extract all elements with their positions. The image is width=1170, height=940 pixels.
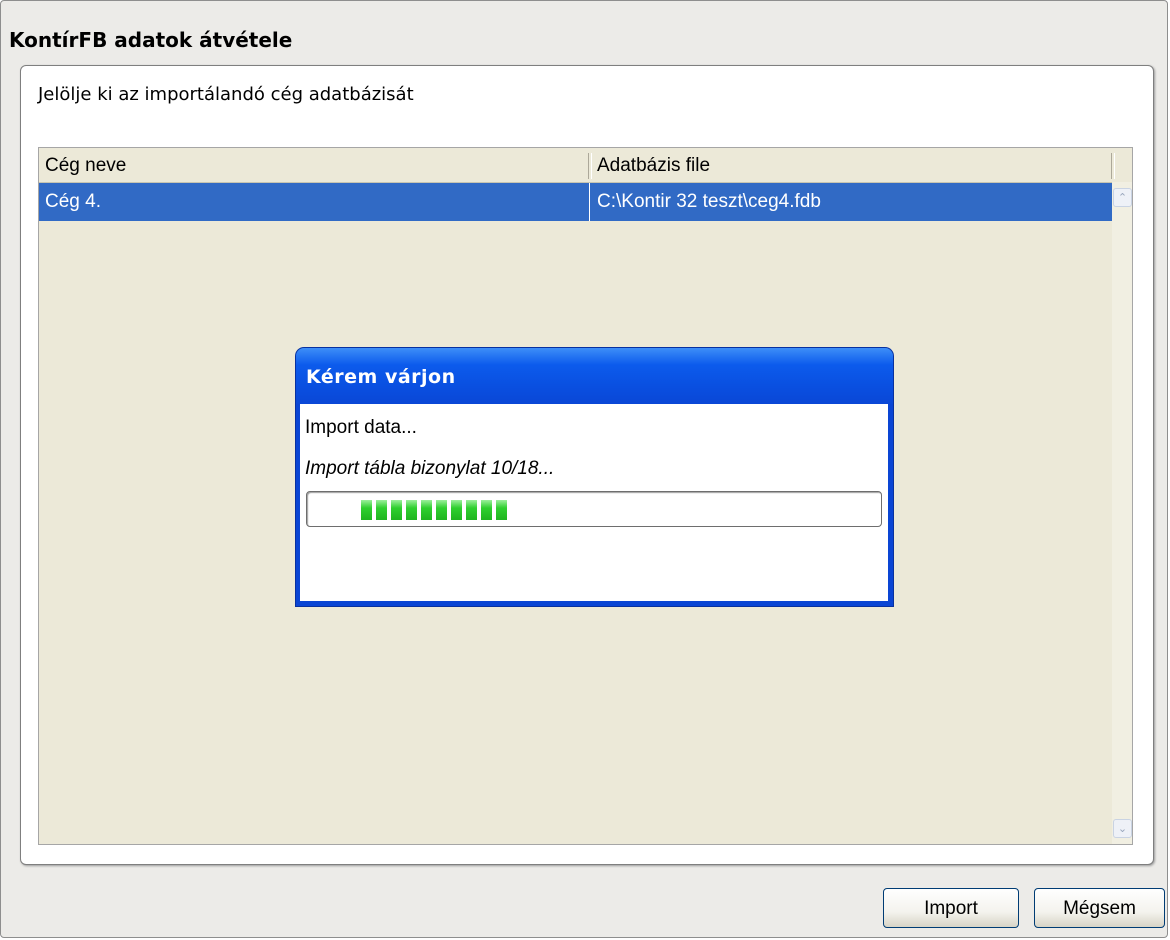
chevron-up-icon[interactable]: ⌃ xyxy=(1113,188,1132,207)
cell-database-file: C:\Kontir 32 teszt\ceg4.fdb xyxy=(597,191,821,212)
grid-header: Cég neve Adatbázis file xyxy=(39,148,1115,183)
progress-segment xyxy=(436,500,447,520)
import-button[interactable]: Import xyxy=(883,888,1019,928)
dialog-title: Kérem várjon xyxy=(306,366,456,388)
progress-segment xyxy=(451,500,462,520)
cancel-button[interactable]: Mégsem xyxy=(1034,888,1165,928)
import-window: KontírFB adatok átvétele Jelölje ki az i… xyxy=(0,0,1168,938)
chevron-down-icon[interactable]: ⌄ xyxy=(1113,819,1132,838)
cell-company-name: Cég 4. xyxy=(45,191,101,212)
progress-segment xyxy=(481,500,492,520)
progress-segment xyxy=(361,500,372,520)
progress-message: Import data... xyxy=(305,417,417,438)
vertical-scrollbar[interactable]: ⌃ ⌄ xyxy=(1112,182,1132,844)
progress-bar xyxy=(306,491,882,527)
dialog-body: Import data... Import tábla bizonylat 10… xyxy=(300,404,888,601)
progress-segment xyxy=(496,500,507,520)
window-title: KontírFB adatok átvétele xyxy=(9,28,293,52)
progress-status: Import tábla bizonylat 10/18... xyxy=(305,458,555,479)
row-divider xyxy=(589,183,590,221)
instruction-label: Jelölje ki az importálandó cég adatbázis… xyxy=(38,84,414,105)
column-header-database-file[interactable]: Adatbázis file xyxy=(591,148,1111,182)
progress-dialog: Kérem várjon Import data... Import tábla… xyxy=(296,348,893,606)
progress-segment xyxy=(376,500,387,520)
column-divider[interactable] xyxy=(1111,153,1115,179)
progress-segment xyxy=(421,500,432,520)
dialog-titlebar[interactable]: Kérem várjon xyxy=(296,348,893,404)
progress-segment xyxy=(406,500,417,520)
progress-segment xyxy=(391,500,402,520)
column-header-company-name[interactable]: Cég neve xyxy=(39,148,589,182)
progress-segment xyxy=(466,500,477,520)
table-row[interactable]: Cég 4. C:\Kontir 32 teszt\ceg4.fdb xyxy=(39,183,1114,221)
